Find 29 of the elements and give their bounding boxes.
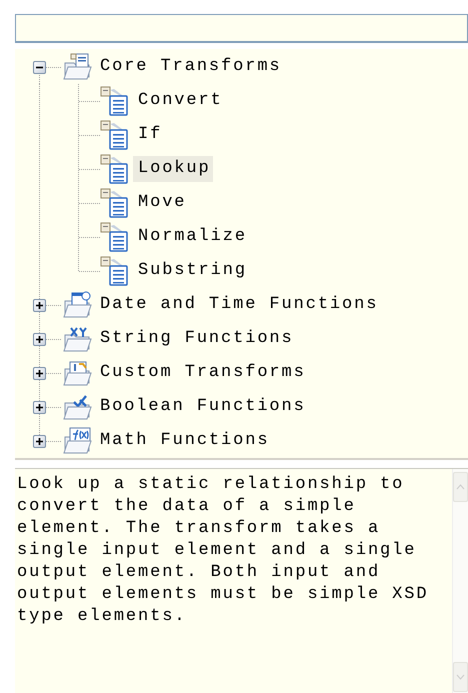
tree-item-label[interactable]: Math Functions — [95, 428, 272, 454]
tree-item-label[interactable]: String Functions — [95, 326, 296, 352]
document-icon — [100, 222, 130, 252]
expand-toggle-icon[interactable] — [33, 332, 46, 346]
expand-toggle-icon[interactable] — [33, 434, 46, 448]
document-icon — [100, 154, 130, 184]
tree-item-label[interactable]: Convert — [133, 88, 225, 114]
folder-calendar-icon — [62, 290, 92, 320]
expand-toggle-icon[interactable] — [33, 298, 46, 312]
document-icon — [100, 86, 130, 116]
tree-item-label[interactable]: If — [133, 122, 164, 148]
folder-document-icon — [62, 52, 92, 82]
description-text: Look up a static relationship to convert the data of a simple element. The transform takes a single input element and a single output element. Both input and output elements must be simple XSD type elements. — [16, 474, 430, 628]
expand-toggle-icon[interactable] — [33, 400, 46, 414]
document-icon — [100, 256, 130, 286]
tree-item-label[interactable]: Date and Time Functions — [95, 292, 380, 318]
tree-item-label[interactable]: Normalize — [133, 224, 249, 250]
collapse-toggle-icon[interactable] — [33, 60, 46, 74]
document-icon — [100, 188, 130, 218]
document-icon — [100, 120, 130, 150]
tree-item-label[interactable]: Boolean Functions — [95, 394, 308, 420]
tree-item-label[interactable]: Core Transforms — [95, 54, 284, 80]
tree-item-label[interactable]: Substring — [133, 258, 249, 284]
tree-item-label[interactable]: Custom Transforms — [95, 360, 308, 386]
tree-item-label[interactable]: Lookup — [133, 156, 213, 182]
tree-item-label[interactable]: Move — [133, 190, 188, 216]
filter-field[interactable] — [15, 14, 468, 43]
folder-function-icon — [62, 426, 92, 456]
expand-toggle-icon[interactable] — [33, 366, 46, 380]
